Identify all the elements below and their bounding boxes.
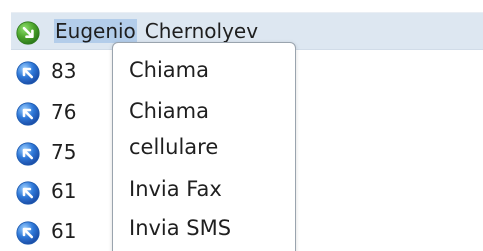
- list-item[interactable]: 61: [16, 178, 116, 206]
- contact-list-screen: Eugenio Chernolyev 83 76 75 61 61 Chiama…: [0, 0, 483, 251]
- menu-item-chiama-cellulare[interactable]: Chiama cellulare: [129, 93, 279, 165]
- context-menu: Chiama Chiama cellulare Invia Fax Invia …: [112, 42, 296, 251]
- menu-item-chiama[interactable]: Chiama: [129, 52, 279, 88]
- blue-arrow-icon[interactable]: [16, 221, 40, 245]
- list-item[interactable]: 61: [16, 218, 116, 246]
- list-value: 61: [51, 179, 77, 203]
- list-item[interactable]: 76: [16, 99, 116, 127]
- list-value: 75: [51, 140, 77, 164]
- contact-first-name: Eugenio: [54, 19, 137, 43]
- list-value: 76: [51, 100, 77, 124]
- contact-last-name: Chernolyev: [144, 19, 259, 43]
- list-value: 83: [51, 59, 77, 83]
- blue-arrow-icon[interactable]: [16, 181, 40, 205]
- list-value: 61: [51, 219, 77, 243]
- list-item[interactable]: 83: [16, 58, 116, 86]
- score-list: 83 76 75 61 61: [16, 58, 116, 248]
- blue-arrow-icon[interactable]: [16, 142, 40, 166]
- list-item[interactable]: 75: [16, 139, 116, 167]
- menu-item-invia-fax[interactable]: Invia Fax: [129, 171, 279, 207]
- green-arrow-icon[interactable]: [16, 21, 40, 45]
- menu-item-invia-sms[interactable]: Invia SMS: [129, 210, 279, 246]
- contact-name: Eugenio Chernolyev: [54, 19, 258, 43]
- blue-arrow-icon[interactable]: [16, 61, 40, 85]
- blue-arrow-icon[interactable]: [16, 102, 40, 126]
